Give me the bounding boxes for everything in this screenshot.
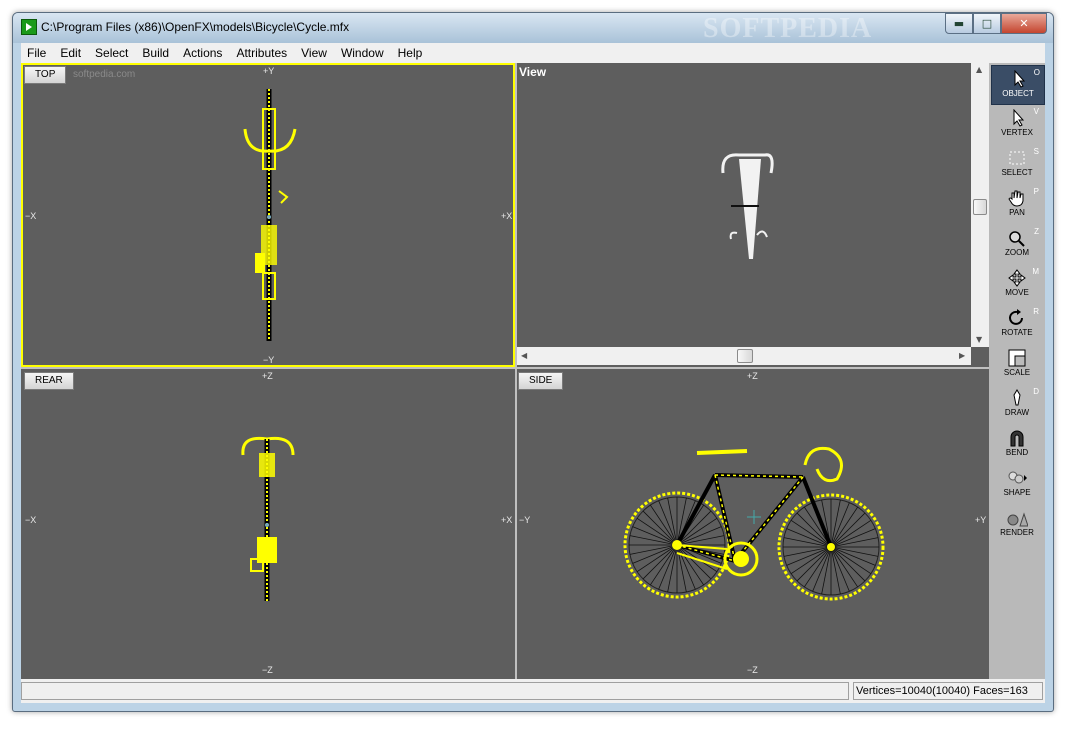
bicycle-perspective-render (721, 153, 774, 259)
magnifier-icon (1006, 229, 1028, 247)
softpedia-watermark: SOFTPEDIA (703, 13, 873, 44)
menu-edit[interactable]: Edit (53, 46, 88, 60)
tool-object[interactable]: O OBJECT (991, 65, 1045, 105)
tool-render-label: RENDER (1000, 528, 1034, 537)
select-box-icon (1006, 149, 1028, 167)
tool-zoom-key: Z (1034, 227, 1039, 236)
tool-select[interactable]: S SELECT (991, 145, 1043, 183)
menu-build[interactable]: Build (135, 46, 176, 60)
tool-rotate-key: R (1033, 307, 1039, 316)
tool-draw-label: DRAW (1004, 408, 1030, 417)
viewport-perspective[interactable]: View ▲ ▼ ◀ ▶ (517, 63, 989, 367)
tool-scale-label: SCALE (1003, 368, 1031, 377)
arrow-cursor-icon (1007, 69, 1029, 88)
tool-pan[interactable]: P PAN (991, 185, 1043, 223)
horizontal-scroll-thumb[interactable] (737, 349, 753, 363)
tool-render[interactable]: RENDER (991, 505, 1043, 543)
wheel-spoke (796, 546, 832, 582)
tool-zoom-label: ZOOM (1005, 248, 1029, 257)
scroll-down-icon[interactable]: ▼ (976, 335, 982, 344)
tool-rotate[interactable]: R ROTATE (991, 305, 1043, 343)
workspace: TOP softpedia.com +Y −Y −X +X View ▲ ▼ ◀… (21, 63, 1045, 679)
menu-window[interactable]: Window (334, 46, 391, 60)
tool-object-key: O (1033, 68, 1040, 77)
wheel-spoke (642, 510, 678, 546)
bicycle-side-wireframe (623, 446, 885, 601)
wheel-spoke (830, 546, 866, 582)
tool-draw-key: D (1033, 387, 1039, 396)
render-icon (1006, 509, 1029, 527)
tool-draw[interactable]: D DRAW (991, 385, 1043, 423)
bicycle-top-wireframe (243, 89, 297, 341)
menu-file[interactable]: File (21, 46, 53, 60)
wheel-spoke (830, 512, 866, 548)
viewport-top[interactable]: TOP softpedia.com +Y −Y −X +X (21, 63, 515, 367)
viewport-rear[interactable]: REAR +Z −Z −X +X (21, 369, 515, 679)
status-message (21, 682, 849, 700)
viewport-side[interactable]: SIDE +Z −Z −Y +Y (517, 369, 989, 679)
tool-select-key: S (1033, 147, 1039, 156)
viewport-vertical-scrollbar[interactable]: ▲ ▼ (971, 63, 989, 347)
menu-view[interactable]: View (294, 46, 334, 60)
window-title: C:\Program Files (x86)\OpenFX\models\Bic… (41, 20, 350, 34)
tool-vertex-label: VERTEX (1001, 128, 1033, 137)
rotate-icon (1006, 309, 1028, 327)
shapes-icon (1006, 469, 1028, 487)
tool-select-label: SELECT (1001, 168, 1033, 177)
tool-move-key: M (1032, 267, 1039, 276)
bicycle-rear-wireframe (241, 436, 295, 601)
menu-actions[interactable]: Actions (176, 46, 229, 60)
tool-bend-label: BEND (1005, 448, 1029, 457)
scroll-up-icon[interactable]: ▲ (976, 65, 982, 74)
magnet-icon (1006, 429, 1028, 447)
app-icon (21, 19, 37, 35)
close-button[interactable]: ✕ (1001, 13, 1047, 34)
tool-zoom[interactable]: Z ZOOM (991, 225, 1043, 263)
wheel-spoke (642, 544, 678, 580)
menu-attributes[interactable]: Attributes (229, 46, 294, 60)
tool-pan-label: PAN (1009, 208, 1025, 217)
tool-scale[interactable]: SCALE (991, 345, 1043, 383)
move-arrows-icon (1006, 269, 1028, 287)
tool-shape-label: SHAPE (1003, 488, 1031, 497)
tool-pan-key: P (1033, 187, 1039, 196)
tool-move[interactable]: M MOVE (991, 265, 1043, 303)
tool-shape[interactable]: SHAPE (991, 465, 1043, 503)
scroll-right-icon[interactable]: ▶ (959, 351, 965, 360)
minimize-button[interactable]: ▬ (945, 13, 973, 34)
tool-vertex[interactable]: V VERTEX (991, 105, 1043, 143)
tool-object-label: OBJECT (1002, 89, 1034, 98)
status-vertex-count: Vertices=10040(10040) Faces=163 (853, 682, 1043, 700)
viewport-horizontal-scrollbar[interactable]: ◀ ▶ (517, 347, 971, 365)
tool-rotate-label: ROTATE (1001, 328, 1033, 337)
menu-help[interactable]: Help (391, 46, 430, 60)
tool-vertex-key: V (1033, 107, 1039, 116)
vertical-scroll-thumb[interactable] (973, 199, 987, 215)
title-bar[interactable]: C:\Program Files (x86)\OpenFX\models\Bic… (13, 13, 1053, 44)
status-bar: Vertices=10040(10040) Faces=163 (21, 679, 1045, 703)
vertex-cursor-icon (1006, 108, 1028, 127)
tool-move-label: MOVE (1005, 288, 1029, 297)
menu-bar: File Edit Select Build Actions Attribute… (21, 43, 1045, 63)
tool-palette: O OBJECT V VERTEX S SELECT P PAN Z ZOOM … (989, 63, 1045, 679)
pen-icon (1006, 389, 1028, 407)
maximize-button[interactable]: □ (973, 13, 1001, 34)
menu-select[interactable]: Select (88, 46, 135, 60)
hand-icon (1006, 189, 1028, 207)
scroll-left-icon[interactable]: ◀ (521, 351, 527, 360)
app-window: C:\Program Files (x86)\OpenFX\models\Bic… (12, 12, 1054, 712)
tool-bend[interactable]: BEND (991, 425, 1043, 463)
bike-frame-wire (676, 474, 804, 562)
scale-icon (1006, 349, 1028, 367)
